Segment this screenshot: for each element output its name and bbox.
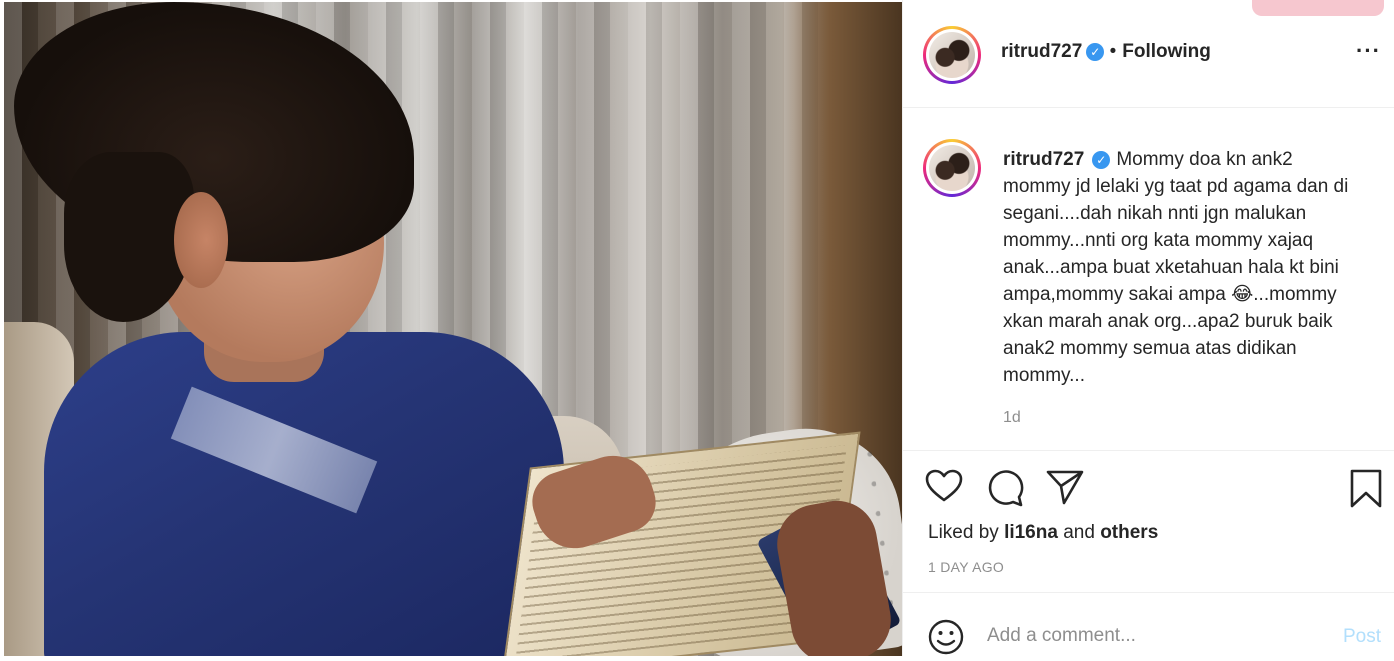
caption-text: Mommy doa kn ank2 mommy jd lelaki yg taa… <box>1003 149 1349 386</box>
liked-by-others[interactable]: others <box>1100 522 1158 543</box>
bookmark-icon[interactable] <box>1349 469 1383 514</box>
post-side-panel: ritrud727 ✓ • Following ··· ritrud727 ✓ Momm… <box>902 0 1394 656</box>
liked-by-user[interactable]: li16na <box>1004 522 1058 543</box>
author-avatar-image <box>929 32 975 78</box>
author-username[interactable]: ritrud727 <box>1001 41 1082 62</box>
liked-by-conjunction: and <box>1063 522 1095 543</box>
caption-timestamp[interactable]: 1d <box>1003 409 1021 427</box>
following-button[interactable]: Following <box>1122 41 1211 62</box>
liked-by-prefix: Liked by <box>928 522 999 543</box>
caption: ritrud727 ✓ Mommy doa kn ank2 mommy jd lel… <box>1003 146 1353 389</box>
caption-avatar-image <box>929 145 975 191</box>
comment-bar: Post <box>903 593 1394 656</box>
comment-icon[interactable] <box>986 469 1024 512</box>
post-photo[interactable] <box>4 2 902 656</box>
caption-avatar-border <box>926 142 978 194</box>
header-user-line: ritrud727 ✓ • Following <box>1001 41 1211 63</box>
share-icon[interactable] <box>1046 469 1084 510</box>
author-avatar[interactable] <box>923 26 981 84</box>
photo-boy-body <box>44 332 564 656</box>
post-header: ritrud727 ✓ • Following ··· <box>903 0 1394 108</box>
verified-badge-icon: ✓ <box>1086 42 1105 61</box>
caption-username[interactable]: ritrud727 <box>1003 149 1084 170</box>
photo-boy-ear <box>174 192 228 288</box>
comment-input[interactable] <box>987 619 1307 653</box>
author-avatar-border <box>926 29 978 81</box>
verified-badge-icon: ✓ <box>1092 150 1111 169</box>
post-actions: Liked by li16na and others 1 DAY AGO <box>903 451 1394 593</box>
heart-icon[interactable] <box>925 469 963 508</box>
caption-avatar[interactable] <box>923 139 981 197</box>
more-icon[interactable]: ··· <box>1356 40 1381 62</box>
post-date[interactable]: 1 DAY AGO <box>928 559 1004 575</box>
post-comment-button[interactable]: Post <box>1343 626 1381 648</box>
caption-section: ritrud727 ✓ Mommy doa kn ank2 mommy jd lel… <box>903 108 1394 451</box>
liked-by-line: Liked by li16na and others <box>928 522 1158 544</box>
separator-dot: • <box>1109 41 1117 62</box>
emoji-icon[interactable] <box>927 618 965 661</box>
